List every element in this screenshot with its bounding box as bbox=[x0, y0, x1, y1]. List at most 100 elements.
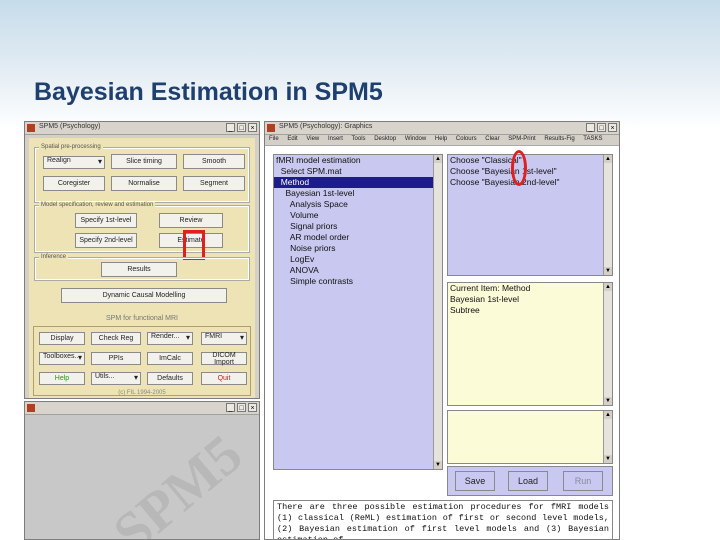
menu-edit[interactable]: Edit bbox=[287, 136, 297, 142]
toolboxes-dropdown[interactable]: Toolboxes... bbox=[39, 352, 85, 365]
menu-window[interactable]: Window bbox=[405, 136, 426, 142]
tree-item[interactable]: Bayesian 1st-level bbox=[274, 188, 442, 199]
graphics-menubar: File Edit View Insert Tools Desktop Wind… bbox=[265, 134, 619, 146]
menu-tasks[interactable]: TASKS bbox=[583, 136, 602, 142]
realign-dropdown[interactable]: Realign bbox=[43, 156, 105, 169]
results-button[interactable]: Results bbox=[101, 262, 177, 277]
value-panel: ▲ ▼ bbox=[447, 410, 613, 464]
current-item-text: Current Item: Method bbox=[450, 283, 531, 293]
specify-second-level-button[interactable]: Specify 2nd-level bbox=[75, 233, 137, 248]
minimize-button[interactable]: _ bbox=[226, 403, 235, 412]
minimize-button[interactable]: _ bbox=[586, 123, 595, 132]
main-window-title: SPM5 (Psychology) bbox=[39, 123, 101, 130]
spm-graphics-window: SPM5 (Psychology): Graphics _ □ × File E… bbox=[264, 121, 620, 540]
modality-dropdown[interactable]: FMRI bbox=[201, 332, 247, 345]
menu-view[interactable]: View bbox=[306, 136, 319, 142]
maximize-button[interactable]: □ bbox=[237, 123, 246, 132]
preprocessing-label: Spatial pre-processing bbox=[39, 144, 103, 150]
scroll-up-arrow-icon[interactable]: ▲ bbox=[604, 155, 612, 163]
tree-item[interactable]: Volume bbox=[274, 210, 442, 221]
tree-item[interactable]: ANOVA bbox=[274, 265, 442, 276]
tree-item[interactable]: AR model order bbox=[274, 232, 442, 243]
specify-first-level-button[interactable]: Specify 1st-level bbox=[75, 213, 137, 228]
scroll-down-arrow-icon[interactable]: ▼ bbox=[604, 267, 612, 275]
choice-item[interactable]: Choose "Bayesian 2nd-level" bbox=[448, 177, 612, 188]
tree-item[interactable]: LogEv bbox=[274, 254, 442, 265]
spm-interactive-window: _ □ × SPM5 bbox=[24, 401, 260, 540]
spm5-watermark: SPM5 bbox=[102, 423, 255, 540]
spm-app-icon bbox=[27, 404, 35, 412]
slide-title: Bayesian Estimation in SPM5 bbox=[34, 78, 383, 106]
scroll-down-arrow-icon[interactable]: ▼ bbox=[604, 397, 612, 405]
scroll-down-arrow-icon[interactable]: ▼ bbox=[434, 461, 442, 469]
close-button[interactable]: × bbox=[608, 123, 617, 132]
choices-scrollbar[interactable]: ▲ ▼ bbox=[603, 155, 612, 275]
choice-item[interactable]: Choose "Classical" bbox=[448, 155, 612, 166]
scroll-down-arrow-icon[interactable]: ▼ bbox=[604, 455, 612, 463]
help-text: There are three possible estimation proc… bbox=[277, 502, 609, 540]
check-reg-button[interactable]: Check Reg bbox=[91, 332, 141, 345]
current-item-text: Bayesian 1st-level bbox=[450, 294, 519, 304]
current-item-scrollbar[interactable]: ▲ ▼ bbox=[603, 283, 612, 405]
tree-item[interactable]: Signal priors bbox=[274, 221, 442, 232]
menu-insert[interactable]: Insert bbox=[328, 136, 343, 142]
maximize-button[interactable]: □ bbox=[237, 403, 246, 412]
close-button[interactable]: × bbox=[248, 403, 257, 412]
maximize-button[interactable]: □ bbox=[597, 123, 606, 132]
spm-main-window: SPM5 (Psychology) _ □ × Spatial pre-proc… bbox=[24, 121, 260, 399]
save-button[interactable]: Save bbox=[455, 471, 495, 491]
tree-item[interactable]: fMRI model estimation bbox=[274, 155, 442, 166]
main-panel: Spatial pre-processing Realign Slice tim… bbox=[29, 138, 255, 398]
display-button[interactable]: Display bbox=[39, 332, 85, 345]
footer-label: SPM for functional MRI bbox=[106, 315, 178, 322]
coregister-button[interactable]: Coregister bbox=[43, 176, 105, 191]
menu-help[interactable]: Help bbox=[435, 136, 447, 142]
main-window-titlebar[interactable]: SPM5 (Psychology) _ □ × bbox=[25, 122, 259, 135]
spm-app-icon bbox=[267, 124, 275, 132]
dynamic-causal-modelling-button[interactable]: Dynamic Causal Modelling bbox=[61, 288, 227, 303]
normalise-button[interactable]: Normalise bbox=[111, 176, 177, 191]
menu-tools[interactable]: Tools bbox=[352, 136, 366, 142]
module-tree-list[interactable]: fMRI model estimation Select SPM.mat Met… bbox=[273, 154, 443, 470]
segment-button[interactable]: Segment bbox=[183, 176, 245, 191]
ppis-button[interactable]: PPIs bbox=[91, 352, 141, 365]
utils-dropdown[interactable]: Utils... bbox=[91, 372, 141, 385]
menu-file[interactable]: File bbox=[269, 136, 279, 142]
scroll-up-arrow-icon[interactable]: ▲ bbox=[604, 283, 612, 291]
scroll-up-arrow-icon[interactable]: ▲ bbox=[604, 411, 612, 419]
choices-list[interactable]: Choose "Classical" Choose "Bayesian 1st-… bbox=[447, 154, 613, 276]
menu-clear[interactable]: Clear bbox=[485, 136, 499, 142]
load-button[interactable]: Load bbox=[508, 471, 548, 491]
dicom-import-button[interactable]: DICOM Import bbox=[201, 352, 247, 366]
run-button[interactable]: Run bbox=[563, 471, 603, 491]
spm-app-icon bbox=[27, 124, 35, 132]
scroll-up-arrow-icon[interactable]: ▲ bbox=[434, 155, 442, 163]
tree-item[interactable]: Noise priors bbox=[274, 243, 442, 254]
menu-results-fig[interactable]: Results-Fig bbox=[544, 136, 574, 142]
inference-label: Inference bbox=[39, 254, 69, 260]
value-scrollbar[interactable]: ▲ ▼ bbox=[603, 411, 612, 463]
choices-highlight-oval bbox=[511, 150, 527, 186]
menu-colours[interactable]: Colours bbox=[456, 136, 477, 142]
menu-desktop[interactable]: Desktop bbox=[374, 136, 396, 142]
smooth-button[interactable]: Smooth bbox=[183, 154, 245, 169]
choice-item[interactable]: Choose "Bayesian 1st-level" bbox=[448, 166, 612, 177]
imcalc-button[interactable]: ImCalc bbox=[147, 352, 193, 365]
defaults-button[interactable]: Defaults bbox=[147, 372, 193, 385]
tree-item[interactable]: Analysis Space bbox=[274, 199, 442, 210]
help-button[interactable]: Help bbox=[39, 372, 85, 385]
slice-timing-button[interactable]: Slice timing bbox=[111, 154, 177, 169]
close-button[interactable]: × bbox=[248, 123, 257, 132]
tree-item[interactable]: Simple contrasts bbox=[274, 276, 442, 287]
quit-button[interactable]: Quit bbox=[201, 372, 247, 385]
tree-scrollbar[interactable]: ▲ ▼ bbox=[433, 155, 442, 469]
tree-item[interactable]: Select SPM.mat bbox=[274, 166, 442, 177]
menu-spm-print[interactable]: SPM-Print bbox=[508, 136, 535, 142]
current-item-panel: Current Item: Method Bayesian 1st-level … bbox=[447, 282, 613, 406]
interactive-window-titlebar[interactable]: _ □ × bbox=[25, 402, 259, 415]
render-dropdown[interactable]: Render... bbox=[147, 332, 193, 345]
current-item-text: Subtree bbox=[450, 305, 480, 315]
review-button[interactable]: Review bbox=[159, 213, 223, 228]
minimize-button[interactable]: _ bbox=[226, 123, 235, 132]
tree-item-selected[interactable]: Method bbox=[274, 177, 442, 188]
